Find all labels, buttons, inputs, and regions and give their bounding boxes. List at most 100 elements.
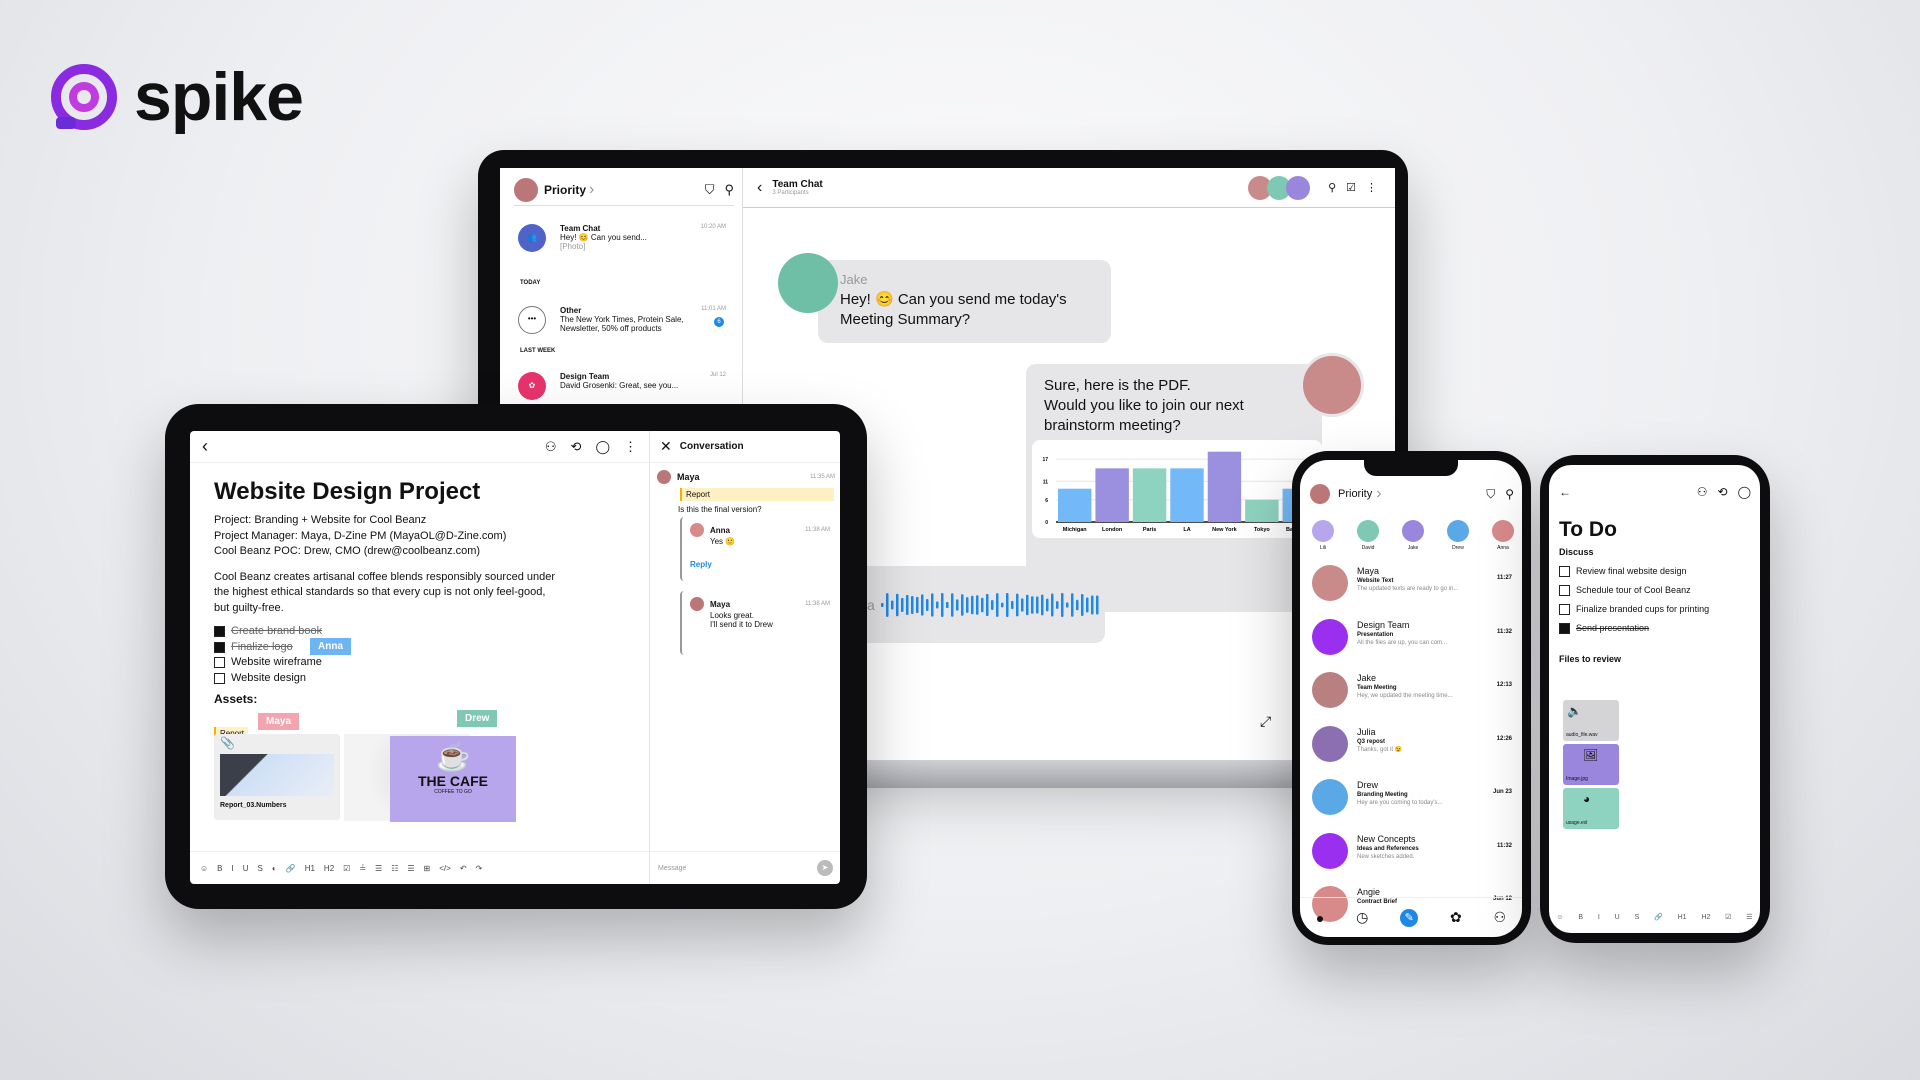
task-item[interactable]: Review final website design: [1559, 562, 1754, 581]
comment-icon[interactable]: ◯: [1738, 485, 1751, 499]
toolbar-button[interactable]: S: [1635, 914, 1640, 921]
toolbar-button[interactable]: B: [1578, 914, 1583, 921]
send-icon[interactable]: ➤: [817, 860, 833, 876]
task-item[interactable]: Schedule tour of Cool Beanz: [1559, 581, 1754, 600]
story-avatar[interactable]: Drew: [1443, 520, 1473, 551]
toolbar-button[interactable]: ⊞: [424, 864, 431, 873]
toolbar-button[interactable]: ↷: [476, 864, 483, 873]
task-item[interactable]: Website wireframe: [214, 655, 634, 671]
list-item[interactable]: Drew Branding Meeting Hey are you coming t…: [1312, 779, 1512, 833]
list-item[interactable]: Maya Website Text The updated texts are re…: [1312, 565, 1512, 619]
list-item[interactable]: New Concepts Ideas and References New sket…: [1312, 832, 1512, 887]
task-item[interactable]: Send presentation: [1559, 619, 1754, 638]
back-icon[interactable]: ‹: [202, 436, 208, 457]
checkbox[interactable]: [214, 672, 225, 684]
task-item[interactable]: Create brand book: [214, 624, 634, 640]
collaborators-icon[interactable]: ⚇: [545, 439, 557, 455]
toolbar-button[interactable]: ☑: [343, 864, 350, 873]
compose-icon[interactable]: ✎: [1400, 908, 1419, 927]
cafe-logo-image[interactable]: ☕ THE CAFE COFFEE TO GO: [390, 736, 516, 822]
search-icon[interactable]: ⚲: [1505, 487, 1514, 501]
participants-link[interactable]: 3 Participants: [772, 190, 822, 196]
toolbar-button[interactable]: 🔗: [1654, 913, 1663, 921]
chat-list-item[interactable]: ✿ Design Team David Grosenki: Great, see …: [518, 372, 726, 400]
tasks-icon[interactable]: ☑: [1346, 181, 1356, 194]
task-item[interactable]: Finalize branded cups for printing: [1559, 600, 1754, 619]
inbox-title[interactable]: Priority: [544, 183, 586, 197]
participant-avatars[interactable]: [1248, 175, 1311, 200]
close-icon[interactable]: ✕: [660, 438, 672, 455]
toolbar-button[interactable]: H1: [1678, 914, 1687, 921]
toolbar-button[interactable]: I: [1598, 914, 1600, 921]
search-icon[interactable]: ⚲: [724, 182, 734, 198]
contacts-icon[interactable]: ⚇: [1494, 909, 1507, 926]
story-avatar[interactable]: David: [1353, 520, 1383, 551]
toolbar-button[interactable]: ◐: [272, 864, 277, 873]
collaborators-icon[interactable]: ⚇: [1697, 485, 1708, 499]
user-avatar[interactable]: [514, 177, 538, 202]
quoted-report[interactable]: Report: [680, 488, 834, 501]
toolbar-button[interactable]: S: [258, 864, 263, 873]
groups-icon[interactable]: ✿: [1450, 909, 1462, 926]
toolbar-button[interactable]: ☺: [200, 864, 208, 873]
task-item[interactable]: Website design: [214, 671, 634, 687]
task-item[interactable]: Finalize logo: [214, 640, 634, 656]
chat-list-item[interactable]: ••• Other The New York Times, Protein Sal…: [518, 306, 726, 334]
filter-icon[interactable]: ⛉: [1486, 487, 1495, 502]
toolbar-button[interactable]: U: [243, 864, 249, 873]
reply-link[interactable]: Reply: [690, 560, 830, 569]
toolbar-button[interactable]: ☷: [391, 864, 398, 873]
toolbar-button[interactable]: ☰: [407, 864, 414, 873]
message-input[interactable]: Message: [658, 865, 686, 872]
more-vertical-icon[interactable]: ⋮: [624, 439, 637, 455]
comment-icon[interactable]: ◯: [595, 439, 610, 455]
chat-preview: Hey! 😊 Can you send...: [560, 233, 647, 242]
toolbar-button[interactable]: ☺: [1556, 914, 1563, 921]
toolbar-button[interactable]: H2: [1701, 914, 1710, 921]
file-attachment[interactable]: 📎 Report_03.Numbers: [214, 734, 340, 820]
checkbox[interactable]: [1559, 566, 1570, 577]
file-card[interactable]: 🖼 Image.jpg: [1563, 744, 1619, 785]
file-card[interactable]: 🔈 audio_file.wav: [1563, 700, 1619, 741]
toolbar-button[interactable]: </>: [439, 864, 451, 873]
history-icon[interactable]: ⟲: [571, 439, 582, 455]
toolbar-button[interactable]: H2: [324, 864, 334, 873]
back-icon[interactable]: ‹: [757, 179, 762, 197]
toolbar-button[interactable]: ☰: [375, 864, 382, 873]
toolbar-button[interactable]: 🔗: [286, 864, 296, 873]
inbox-title[interactable]: Priority: [1338, 488, 1372, 500]
more-vertical-icon[interactable]: ⋮: [1366, 181, 1377, 194]
toolbar-button[interactable]: I: [232, 864, 234, 873]
waveform-bar: [880, 602, 884, 607]
chat-icon[interactable]: ●: [1316, 910, 1324, 926]
list-item[interactable]: Design Team Presentation All the files are…: [1312, 618, 1512, 673]
story-avatar[interactable]: Jake: [1398, 520, 1428, 551]
list-item[interactable]: Jake Team Meeting Hey, we updated the meet…: [1312, 672, 1512, 726]
toolbar-button[interactable]: ☰: [1746, 913, 1752, 921]
search-icon[interactable]: ⚲: [1328, 181, 1336, 194]
expand-icon[interactable]: ⤢: [1260, 713, 1271, 730]
toolbar-button[interactable]: ↶: [460, 864, 467, 873]
checkbox[interactable]: [214, 626, 225, 638]
list-item[interactable]: Julia Q3 repost Thanks, got it 😉 12:26: [1312, 725, 1512, 780]
story-avatar[interactable]: Anna: [1488, 520, 1518, 551]
story-avatar[interactable]: Lili: [1308, 520, 1338, 551]
toolbar-button[interactable]: B: [217, 864, 222, 873]
audio-message[interactable]: a: [857, 566, 1105, 643]
checkbox[interactable]: [1559, 623, 1570, 634]
toolbar-button[interactable]: U: [1615, 914, 1620, 921]
user-avatar[interactable]: [1310, 484, 1330, 504]
checkbox[interactable]: [1559, 604, 1570, 615]
toolbar-button[interactable]: ≟: [359, 864, 366, 873]
toolbar-button[interactable]: H1: [305, 864, 315, 873]
checkbox[interactable]: [214, 641, 225, 653]
back-arrow-icon[interactable]: ←: [1559, 485, 1571, 499]
filter-icon[interactable]: ⛉: [705, 182, 715, 198]
checkbox[interactable]: [1559, 585, 1570, 596]
clock-icon[interactable]: ◷: [1356, 909, 1368, 926]
toolbar-button[interactable]: ☑: [1725, 913, 1731, 921]
history-icon[interactable]: ⟲: [1718, 485, 1728, 499]
chat-list-item[interactable]: 👥 Team Chat Hey! 😊 Can you send... [Photo]…: [518, 224, 726, 252]
file-card[interactable]: ◕ usage.exl: [1563, 788, 1619, 829]
checkbox[interactable]: [214, 657, 225, 669]
